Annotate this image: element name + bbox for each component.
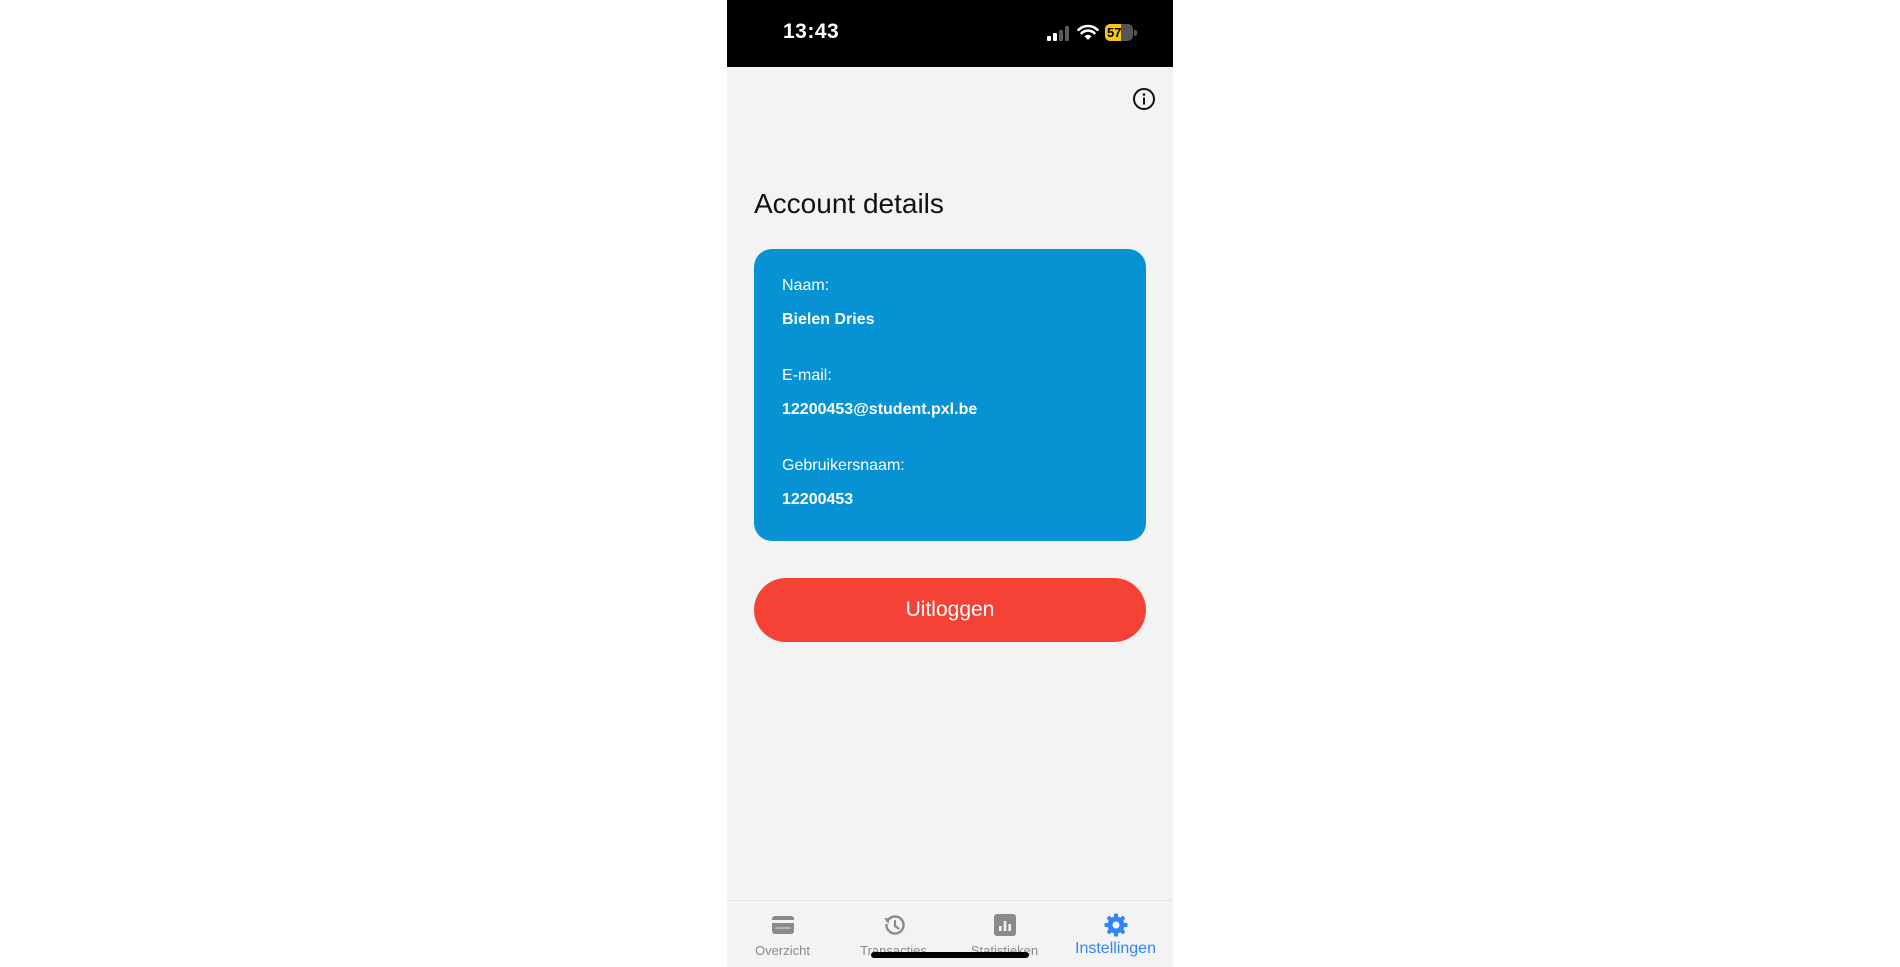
account-details-card: Naam: Bielen Dries E-mail: 12200453@stud… (754, 249, 1146, 541)
username-value: 12200453 (782, 491, 854, 508)
status-time: 13:43 (783, 20, 840, 43)
battery-tip (1134, 30, 1137, 36)
name-label: Naam: (782, 277, 830, 294)
email-value: 12200453@student.pxl.be (782, 401, 978, 418)
info-circle-icon[interactable] (1132, 87, 1156, 111)
tab-label: Overzicht (755, 943, 810, 958)
username-label: Gebruikersnaam: (782, 457, 905, 474)
bar-chart-icon (994, 914, 1016, 936)
email-label: E-mail: (782, 367, 832, 384)
name-value: Bielen Dries (782, 311, 875, 328)
status-bar: 13:43 57 (727, 0, 1173, 67)
wallet-icon (772, 916, 794, 934)
battery-indicator: 57 (1105, 24, 1137, 41)
battery-body: 57 (1105, 24, 1133, 41)
battery-percentage: 57 (1107, 25, 1122, 40)
wifi-icon (1077, 24, 1099, 40)
home-indicator (871, 952, 1029, 958)
gear-icon (1104, 913, 1128, 937)
tab-overzicht[interactable]: Overzicht (727, 901, 838, 967)
tab-label: Instellingen (1075, 940, 1156, 957)
tab-instellingen[interactable]: Instellingen (1060, 901, 1171, 967)
phone-screen: 13:43 57 Account details Naam: Bielen Dr (727, 0, 1173, 967)
history-icon (884, 915, 905, 935)
logout-button[interactable]: Uitloggen (754, 578, 1146, 642)
page-title: Account details (754, 188, 944, 219)
cellular-signal-icon (1047, 26, 1069, 41)
